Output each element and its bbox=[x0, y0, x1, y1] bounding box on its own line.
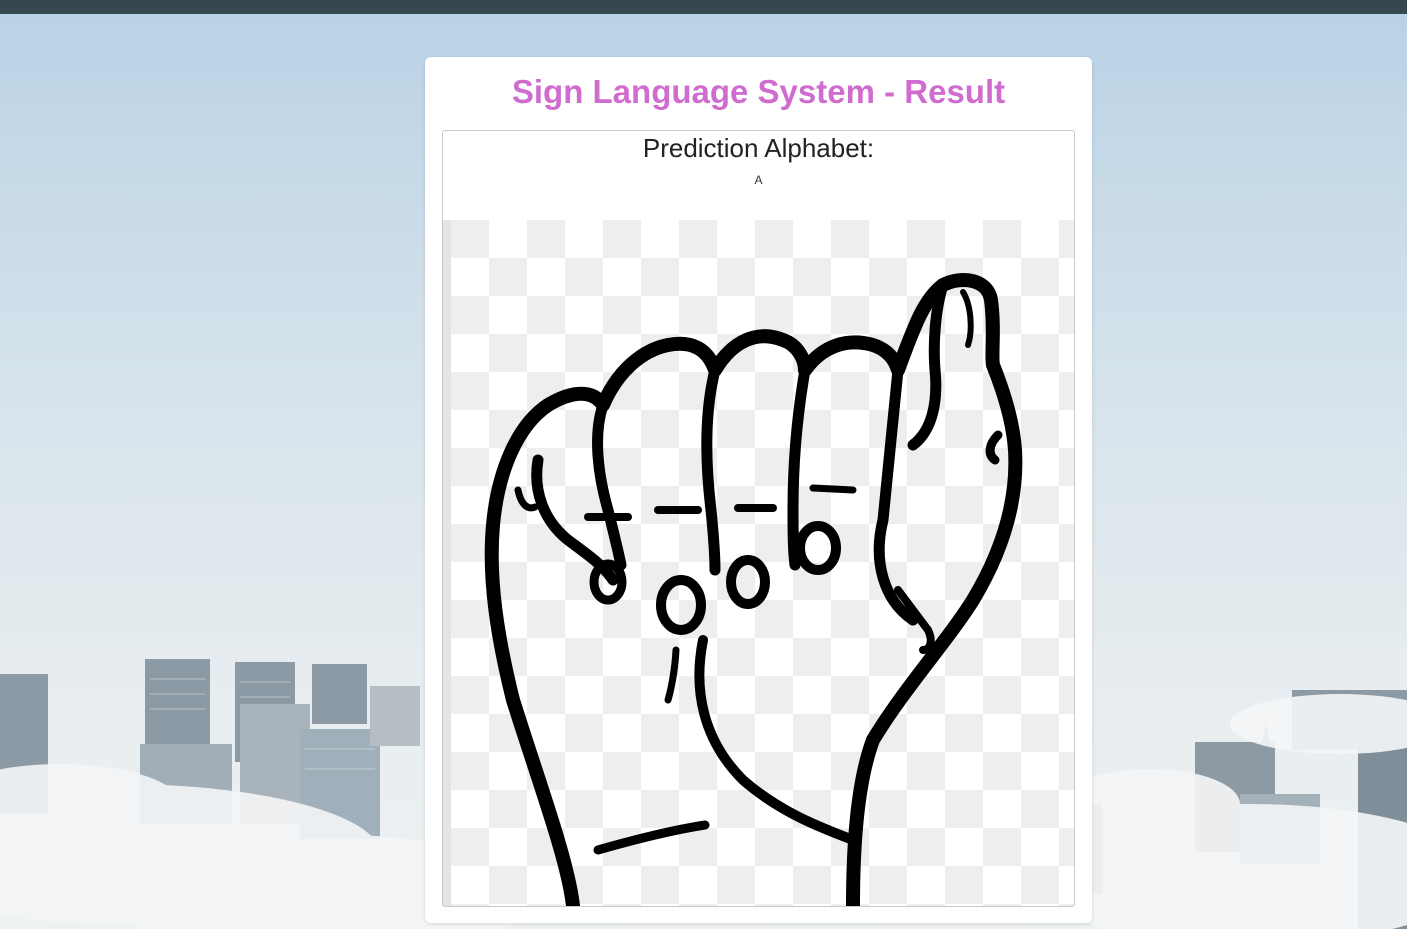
page-title: Sign Language System - Result bbox=[511, 73, 1006, 110]
top-navbar bbox=[0, 0, 1407, 15]
asl-hand-sign-a-image bbox=[443, 220, 1074, 906]
prediction-label: Prediction Alphabet: bbox=[642, 133, 875, 163]
result-card: Sign Language System - Result Prediction… bbox=[425, 57, 1092, 923]
prediction-value: A bbox=[754, 173, 763, 187]
prediction-panel: Prediction Alphabet: A bbox=[442, 130, 1075, 907]
